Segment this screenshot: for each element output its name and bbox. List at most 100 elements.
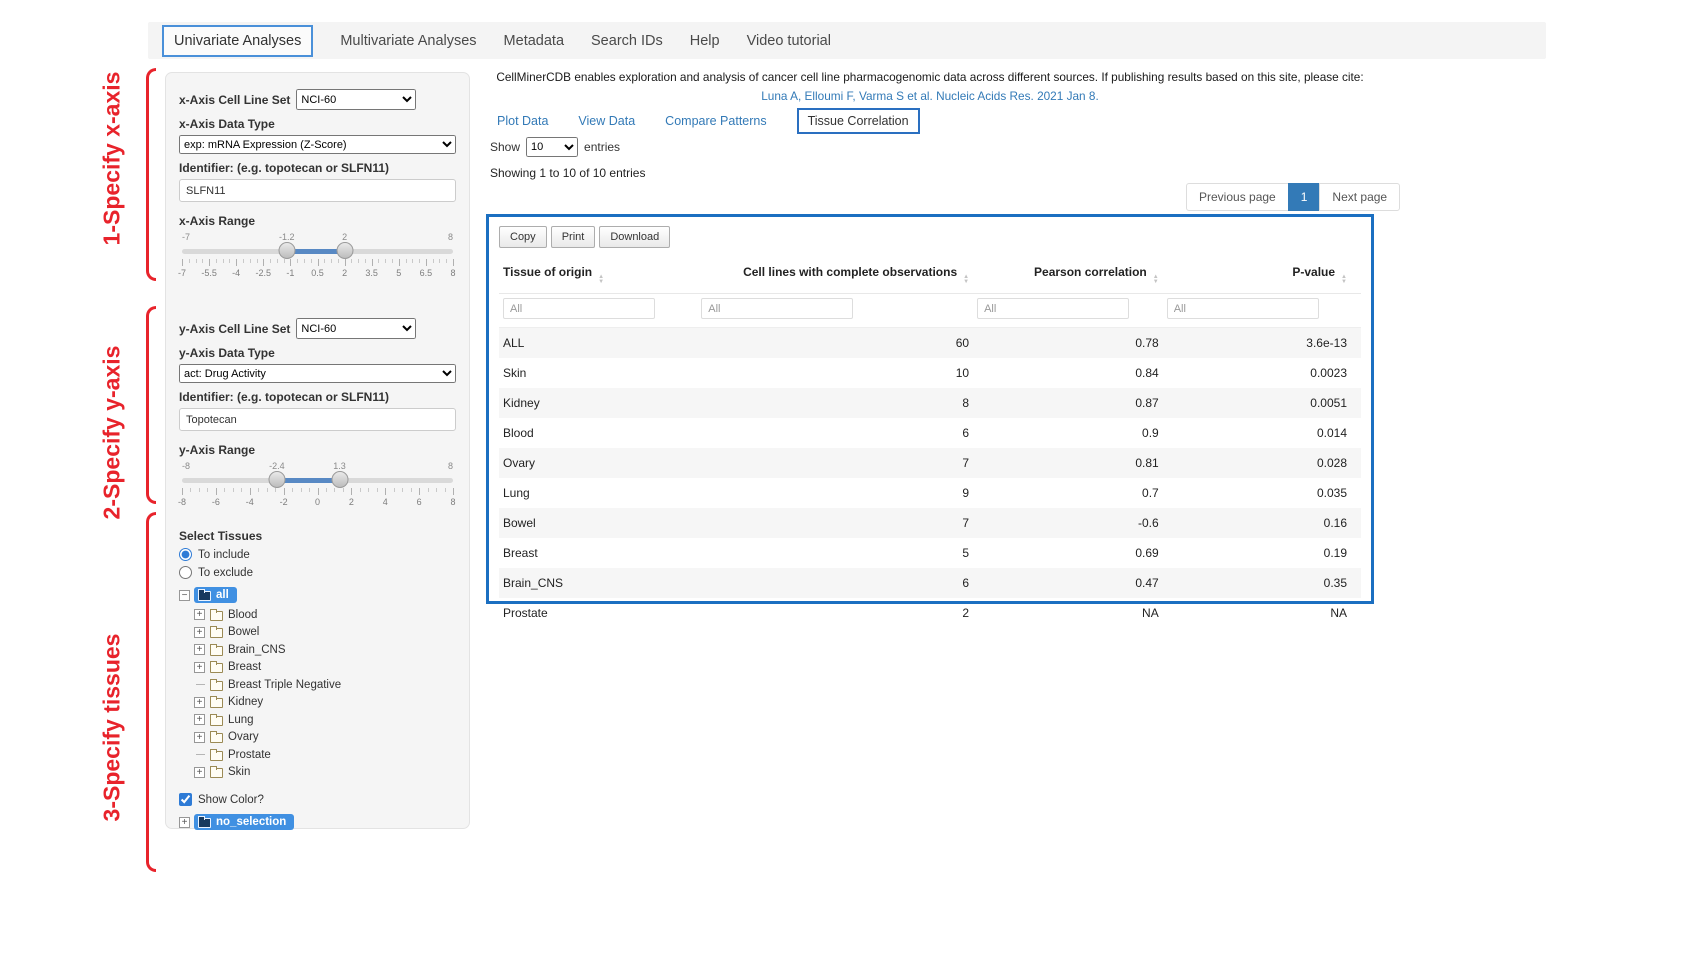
tissue-correlation-panel: CopyPrintDownload Tissue of origin▲▼Cell… <box>486 214 1374 604</box>
annotation-tissues-label: 3-Specify tissues <box>98 633 125 821</box>
nav-tab-help[interactable]: Help <box>690 33 720 49</box>
print-button[interactable]: Print <box>551 226 596 248</box>
nav-tab-metadata[interactable]: Metadata <box>504 33 564 49</box>
tree-item-prostate[interactable]: Prostate <box>194 746 456 764</box>
y-data-type-select[interactable]: act: Drug Activity <box>179 364 456 383</box>
tree-node-all[interactable]: all <box>194 587 237 603</box>
x-identifier-input[interactable] <box>179 179 456 202</box>
download-button[interactable]: Download <box>599 226 670 248</box>
expand-icon[interactable]: + <box>194 714 205 725</box>
slider-tick-label: 0 <box>315 497 320 507</box>
table-cell: Breast <box>499 538 697 568</box>
tree-item-skin[interactable]: +Skin <box>194 764 456 782</box>
sort-icon[interactable]: ▲▼ <box>963 275 969 285</box>
table-cell: 10 <box>697 358 973 388</box>
tree-children: +Blood+Bowel+Brain_CNS+BreastBreast Trip… <box>194 606 456 781</box>
slider-tick <box>182 259 183 266</box>
expand-icon[interactable]: + <box>194 627 205 638</box>
nav-tab-video-tutorial[interactable]: Video tutorial <box>747 33 831 49</box>
expand-icon[interactable]: + <box>179 817 190 828</box>
tree-item-breast-triple-negative[interactable]: Breast Triple Negative <box>194 676 456 694</box>
range-handle-to[interactable] <box>336 242 353 259</box>
slider-minor-tick <box>224 488 225 492</box>
x-cell-line-set-select[interactable]: NCI-60 <box>296 89 416 110</box>
slider-minor-tick <box>439 259 440 263</box>
column-header-p-value[interactable]: P-value▲▼ <box>1163 257 1361 294</box>
slider-minor-tick <box>189 259 190 263</box>
next-page-button[interactable]: Next page <box>1319 183 1400 211</box>
table-cell: 0.84 <box>973 358 1163 388</box>
tree-item-lung[interactable]: +Lung <box>194 711 456 729</box>
tree-item-ovary[interactable]: +Ovary <box>194 729 456 747</box>
range-from-label: -1.2 <box>279 232 295 242</box>
slider-minor-tick <box>243 259 244 263</box>
expand-icon[interactable]: + <box>194 697 205 708</box>
range-handle-from[interactable] <box>278 242 295 259</box>
filter-input-cell-lines-with-complete-observations[interactable] <box>701 298 853 319</box>
current-page-button[interactable]: 1 <box>1288 183 1321 211</box>
range-handle-from[interactable] <box>268 471 285 488</box>
include-radio[interactable] <box>179 548 192 561</box>
annotation-y-axis-label: 2-Specify y-axis <box>99 345 126 519</box>
tree-root-row: −all <box>179 587 456 603</box>
subtab-tissue-correlation[interactable]: Tissue Correlation <box>797 108 920 134</box>
citation-link[interactable]: Luna A, Elloumi F, Varma S et al. Nuclei… <box>761 89 1098 103</box>
table-cell: 0.19 <box>1163 538 1361 568</box>
y-identifier-input[interactable] <box>179 408 456 431</box>
copy-button[interactable]: Copy <box>499 226 547 248</box>
subtab-plot-data[interactable]: Plot Data <box>497 114 548 128</box>
range-handle-to[interactable] <box>331 471 348 488</box>
show-color-row[interactable]: Show Color? <box>179 793 456 806</box>
exclude-radio-row[interactable]: To exclude <box>179 566 456 579</box>
x-data-type-select[interactable]: exp: mRNA Expression (Z-Score) <box>179 135 456 154</box>
column-header-pearson-correlation[interactable]: Pearson correlation▲▼ <box>973 257 1163 294</box>
filter-cell <box>1163 294 1361 328</box>
table-cell: -0.6 <box>973 508 1163 538</box>
column-header-cell-lines-with-complete-observations[interactable]: Cell lines with complete observations▲▼ <box>697 257 973 294</box>
table-cell: 0.028 <box>1163 448 1361 478</box>
expand-icon[interactable]: + <box>194 767 205 778</box>
collapse-icon[interactable]: − <box>179 590 190 601</box>
table-cell: 0.7 <box>973 478 1163 508</box>
slider-tick <box>284 488 285 495</box>
tree-node-no-selection[interactable]: no_selection <box>194 814 294 830</box>
table-cell: 0.0051 <box>1163 388 1361 418</box>
filter-input-p-value[interactable] <box>1167 298 1319 319</box>
show-color-checkbox[interactable] <box>179 793 192 806</box>
filter-input-tissue-of-origin[interactable] <box>503 298 655 319</box>
previous-page-button[interactable]: Previous page <box>1186 183 1289 211</box>
subtab-compare-patterns[interactable]: Compare Patterns <box>665 114 766 128</box>
expand-icon[interactable]: + <box>194 662 205 673</box>
table-cell: ALL <box>499 328 697 359</box>
sort-icon[interactable]: ▲▼ <box>1153 275 1159 285</box>
sort-icon[interactable]: ▲▼ <box>598 275 604 285</box>
tree-item-breast[interactable]: +Breast <box>194 659 456 677</box>
sort-icon[interactable]: ▲▼ <box>1341 275 1347 285</box>
nav-tab-multivariate-analyses[interactable]: Multivariate Analyses <box>340 33 476 49</box>
subtab-view-data[interactable]: View Data <box>578 114 635 128</box>
tree-item-kidney[interactable]: +Kidney <box>194 694 456 712</box>
exclude-radio[interactable] <box>179 566 192 579</box>
slider-minor-tick <box>433 259 434 263</box>
table-cell: 0.35 <box>1163 568 1361 598</box>
nav-tab-univariate-analyses[interactable]: Univariate Analyses <box>162 25 313 57</box>
expand-icon[interactable]: + <box>194 732 205 743</box>
tree-item-blood[interactable]: +Blood <box>194 606 456 624</box>
expand-icon[interactable]: + <box>194 609 205 620</box>
slider-minor-tick <box>324 259 325 263</box>
entries-select[interactable]: 10 <box>526 137 578 157</box>
expand-icon[interactable]: + <box>194 644 205 655</box>
nav-tab-search-ids[interactable]: Search IDs <box>591 33 663 49</box>
slider-minor-tick <box>358 259 359 263</box>
column-header-tissue-of-origin[interactable]: Tissue of origin▲▼ <box>499 257 697 294</box>
y-cell-line-set-select[interactable]: NCI-60 <box>296 318 416 339</box>
tree-item-bowel[interactable]: +Bowel <box>194 624 456 642</box>
table-cell: Lung <box>499 478 697 508</box>
slider-minor-tick <box>301 488 302 492</box>
tree-item-brain-cns[interactable]: +Brain_CNS <box>194 641 456 659</box>
include-radio-row[interactable]: To include <box>179 548 456 561</box>
no-selection-tree: + no_selection <box>179 814 456 830</box>
folder-icon <box>198 591 211 601</box>
filter-input-pearson-correlation[interactable] <box>977 298 1129 319</box>
slider-tick-label: 2 <box>342 268 347 278</box>
